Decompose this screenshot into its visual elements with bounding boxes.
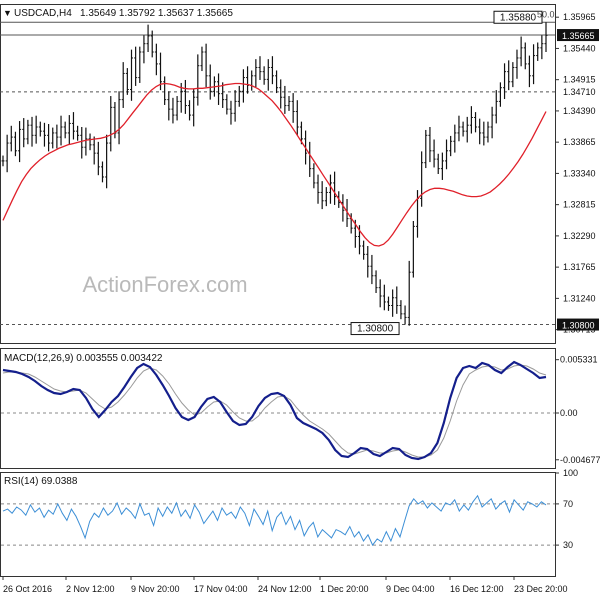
high-label: 1.35880: [500, 12, 537, 23]
symbol-label: USDCAD,H4: [14, 8, 72, 19]
time-axis: 26 Oct 2016 2 Nov 12:00 9 Nov 20:00 17 Nov …: [2, 576, 568, 594]
price-tick-label: 1.31765: [563, 262, 596, 272]
price-tick-label: 1.34390: [563, 106, 596, 116]
x-tick-label: 1 Dec 20:00: [320, 584, 369, 594]
chart-svg: ▼ USDCAD,H4 1.35649 1.35792 1.35637 1.35…: [0, 4, 600, 594]
macd-title: MACD(12,26,9) 0.003555 0.003422: [4, 353, 163, 364]
price-tick-label: 1.32290: [563, 231, 596, 241]
macd-tick-label: 0.00: [560, 408, 578, 418]
x-tick-label: 17 Nov 04:00: [194, 584, 248, 594]
rsi-tick-label: 100: [563, 468, 578, 478]
macd-tick-label: 0.005331: [560, 355, 598, 365]
price-tick-label: 1.33340: [563, 168, 596, 178]
x-tick-label: 9 Dec 04:00: [386, 584, 435, 594]
price-tick-label: 1.33865: [563, 137, 596, 147]
macd-tick-label: -0.004677: [560, 455, 600, 465]
rsi-title: RSI(14) 69.0388: [4, 476, 78, 487]
x-tick-label: 23 Dec 20:00: [514, 584, 568, 594]
rsi-tick-label: 30: [563, 540, 573, 550]
low-label: 1.30800: [357, 324, 394, 335]
price-tick-label: 1.35440: [563, 43, 596, 53]
x-tick-label: 2 Nov 12:00: [66, 584, 115, 594]
x-tick-label: 24 Nov 12:00: [258, 584, 312, 594]
ohlc-values: 1.35649 1.35792 1.35637 1.35665: [80, 8, 233, 19]
price-tick-label: 1.31240: [563, 293, 596, 303]
chart-area: ▼ USDCAD,H4 1.35649 1.35792 1.35637 1.35…: [0, 0, 600, 600]
collapse-triangle-icon: ▼: [3, 8, 12, 18]
price-tick-label: 1.34915: [563, 75, 596, 85]
low-axis-label: 1.30800: [562, 321, 595, 331]
rsi-tick-label: 70: [563, 499, 573, 509]
x-tick-label: 16 Dec 12:00: [450, 584, 504, 594]
watermark: ActionForex.com: [82, 272, 247, 297]
fib-label: 50.0: [537, 9, 555, 19]
x-tick-label: 26 Oct 2016: [3, 584, 52, 594]
price-tick-label: 1.32815: [563, 200, 596, 210]
price-tick-label: 1.35965: [563, 12, 596, 22]
price-axis: 1.35965 1.35440 1.34915 1.34390 1.33865 1.333…: [555, 12, 596, 335]
x-tick-label: 9 Nov 20:00: [131, 584, 180, 594]
rsi-panel-frame: [0, 472, 556, 577]
current-price-label: 1.35665: [562, 31, 595, 41]
level-axis-label: 1.34710: [563, 87, 596, 97]
